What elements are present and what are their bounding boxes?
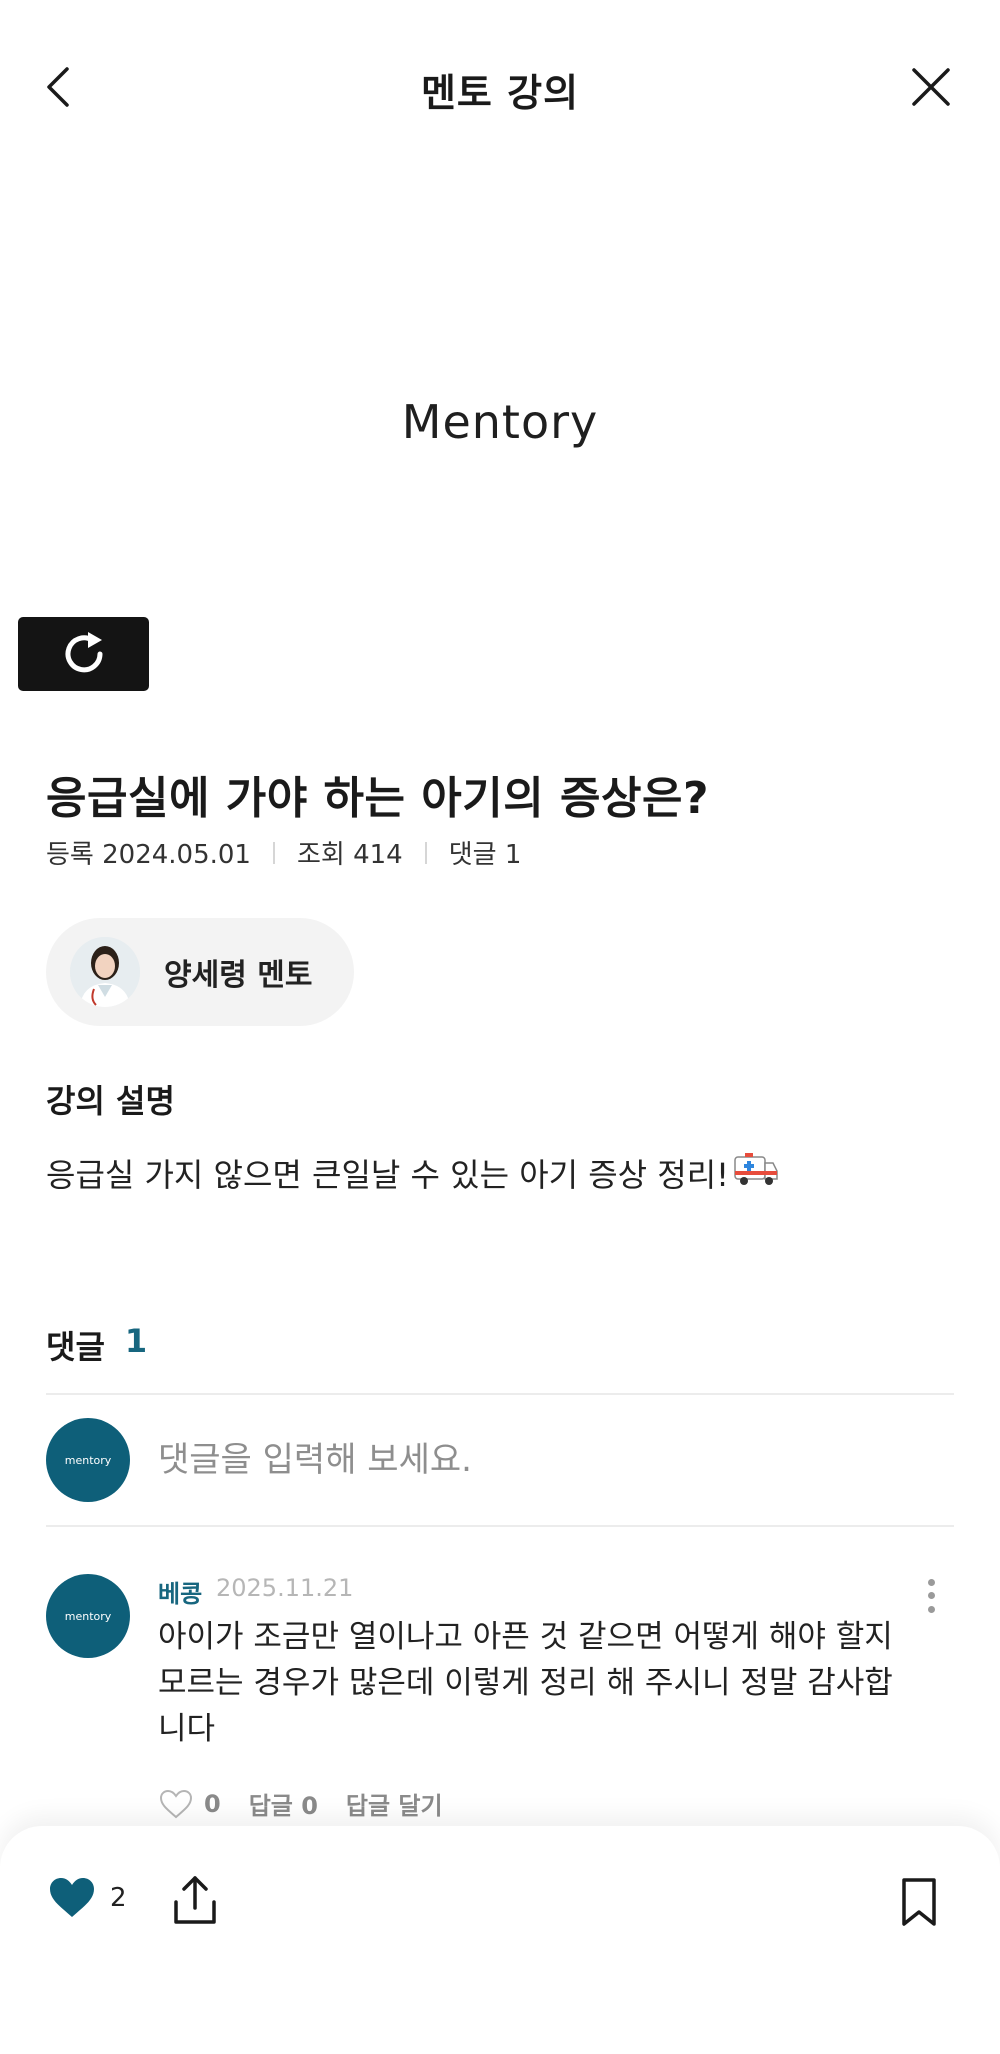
description-text: 응급실 가지 않으면 큰일날 수 있는 아기 증상 정리! [46,1156,730,1194]
close-icon [912,68,950,106]
more-dot [927,1605,935,1613]
bookmark-button[interactable] [898,1876,940,1928]
video-player[interactable]: Mentory [0,175,1000,700]
top-app-bar: 멘토 강의 [0,0,1000,175]
comments-count: 1 [124,1322,148,1360]
comment-like-button[interactable]: 0 [158,1788,221,1820]
comment-more-button[interactable] [916,1576,946,1616]
comment-reply-count: 답글 0 [248,1792,318,1820]
more-dot [927,1592,935,1600]
divider [46,1393,954,1395]
comment-body: 아이가 조금만 열이나고 아픈 것 같으면 어떻게 해야 할지 모르는 경우가 … [158,1619,893,1747]
comment-count: 댓글 1 [448,840,522,870]
mentor-avatar [70,937,140,1007]
commenter-avatar: mentory [46,1574,130,1658]
user-avatar: mentory [46,1418,130,1502]
mentory-logo: Mentory [401,395,599,449]
meta-divider [272,841,275,864]
comment-author[interactable]: 베콩 [158,1574,202,1609]
page-title: 멘토 강의 [420,71,580,115]
share-icon [174,1876,216,1924]
like-count: 2 [110,1883,127,1913]
mentor-profile-chip[interactable]: 양세령 멘토 [46,918,354,1026]
like-button[interactable]: 2 [48,1876,127,1920]
comment-date: 2025.11.21 [216,1574,354,1602]
replay-button[interactable] [18,617,149,691]
description-heading: 강의 설명 [46,1082,175,1120]
comment-input[interactable] [158,1440,938,1480]
bookmark-icon [902,1878,936,1926]
replay-icon [65,632,102,673]
comment-composer: mentory [46,1418,954,1502]
view-count: 조회 414 [296,840,403,870]
comment-like-count: 0 [204,1789,221,1818]
ambulance-icon [733,1151,779,1195]
avatar-logo-text: mentory [64,1453,112,1467]
description-body: 응급실 가지 않으면 큰일날 수 있는 아기 증상 정리! [46,1150,779,1196]
heart-outline-icon [159,1789,193,1818]
bottom-action-bar: 2 [0,1826,1000,2054]
comments-heading: 댓글 1 [46,1322,147,1368]
registered-date: 등록 2024.05.01 [46,840,251,870]
comment-actions: 0 답글 0 답글 달기 [158,1786,443,1821]
reply-button[interactable]: 답글 달기 [346,1786,443,1821]
lecture-title: 응급실에 가야 하는 아기의 증상은? [46,773,710,824]
avatar-logo-text: mentory [64,1609,112,1623]
meta-divider [424,841,427,864]
mentor-name: 양세령 멘토 [164,958,313,993]
heart-filled-icon [50,1878,94,1917]
share-button[interactable] [170,1872,220,1928]
more-dot [927,1579,935,1587]
lecture-meta: 등록 2024.05.01 조회 414 댓글 1 [46,834,521,871]
close-button[interactable] [906,62,956,112]
divider [46,1525,954,1527]
comments-label: 댓글 [46,1328,105,1366]
